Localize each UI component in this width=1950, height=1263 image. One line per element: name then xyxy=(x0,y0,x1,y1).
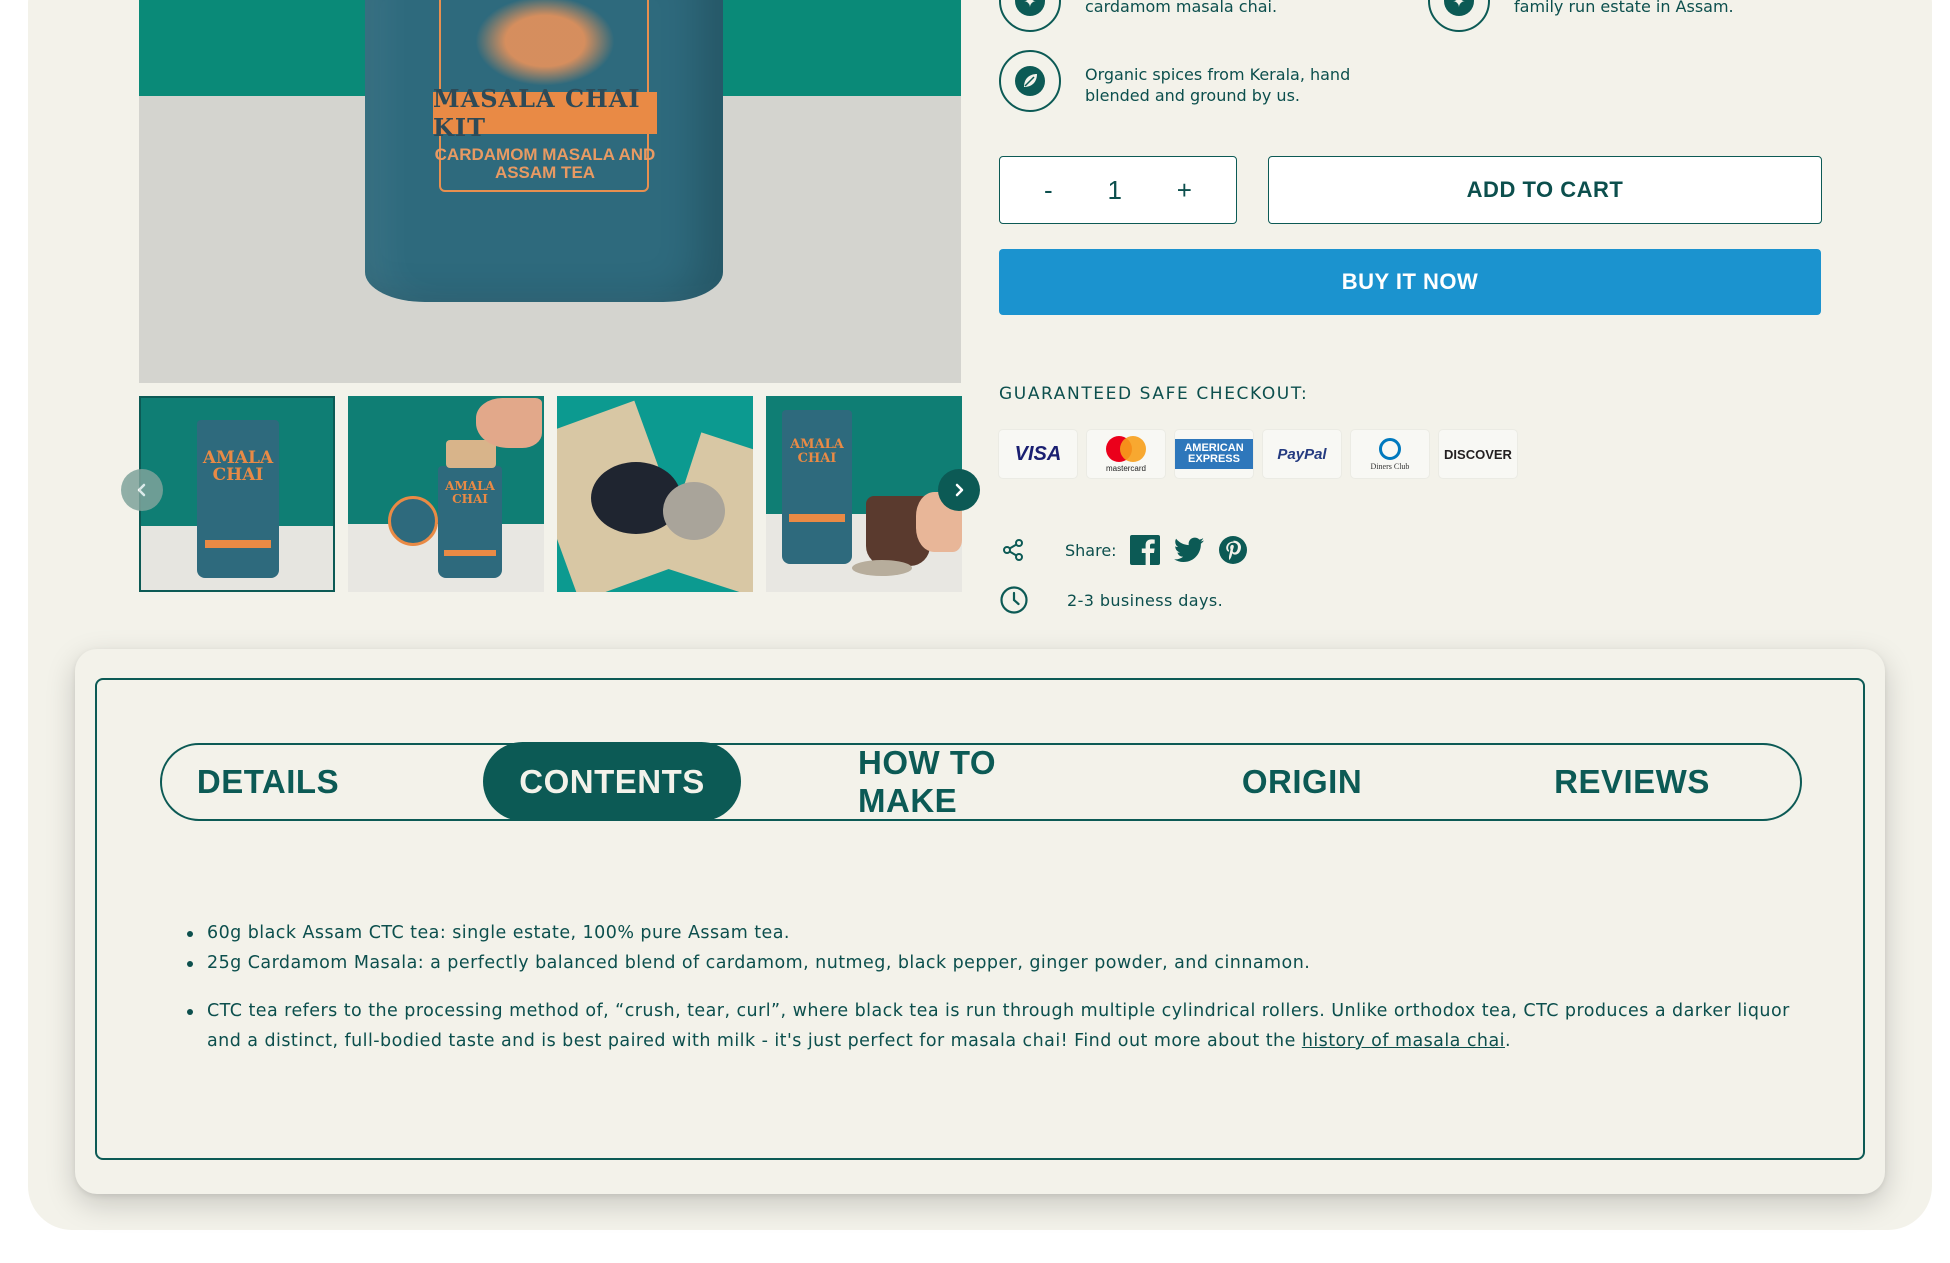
visa-icon: VISA xyxy=(999,430,1077,478)
thumbnail-label: AMALA CHAI xyxy=(202,448,274,485)
quantity-decrease-button[interactable]: - xyxy=(1044,175,1053,206)
thumbnail-3[interactable] xyxy=(557,396,753,592)
feature-estate: ✦ family run estate in Assam. xyxy=(1428,0,1734,32)
thumbnail-next-button[interactable] xyxy=(938,469,980,511)
tab-how-to-make[interactable]: HOW TO MAKE xyxy=(858,742,1098,821)
buy-it-now-button[interactable]: BUY IT NOW xyxy=(999,249,1821,315)
thumbnail-label: AMALA CHAI xyxy=(445,479,495,506)
feature-masala-text: cardamom masala chai. xyxy=(1085,0,1278,16)
chevron-left-icon xyxy=(137,483,146,497)
list-item: CTC tea refers to the processing method … xyxy=(185,996,1815,1056)
masala-badge-icon: ✦ xyxy=(999,0,1061,32)
facebook-icon[interactable] xyxy=(1129,534,1161,566)
quantity-value[interactable]: 1 xyxy=(1108,175,1122,206)
twitter-icon[interactable] xyxy=(1173,534,1205,566)
clock-icon xyxy=(1000,586,1028,614)
amex-icon: AMERICAN EXPRESS xyxy=(1175,430,1253,478)
mastercard-icon: mastercard xyxy=(1087,430,1165,478)
safe-checkout-label: GUARANTEED SAFE CHECKOUT: xyxy=(999,384,1309,404)
list-item: 60g black Assam CTC tea: single estate, … xyxy=(185,918,1815,948)
feature-organic: Organic spices from Kerala, hand blended… xyxy=(999,50,1385,112)
discover-icon: DISCOVER xyxy=(1439,430,1517,478)
thumbnail-label: AMALA CHAI xyxy=(790,437,844,466)
organic-badge-icon xyxy=(999,50,1061,112)
tab-reviews[interactable]: REVIEWS xyxy=(1542,742,1722,821)
share-label: Share: xyxy=(1065,540,1117,560)
payment-icons: VISA mastercard AMERICAN EXPRESS PayPal … xyxy=(999,430,1517,478)
chevron-right-icon xyxy=(955,483,964,497)
delivery-time-text: 2-3 business days. xyxy=(1067,590,1224,610)
add-to-cart-button[interactable]: ADD TO CART xyxy=(1268,156,1822,224)
contents-list: 60g black Assam CTC tea: single estate, … xyxy=(185,918,1815,1056)
canister-subtitle: CARDAMOM MASALA AND ASSAM TEA xyxy=(434,145,656,182)
pinterest-icon[interactable] xyxy=(1217,534,1249,566)
diners-club-icon: Diners Club xyxy=(1351,430,1429,478)
spice-illustration xyxy=(475,0,615,86)
paypal-icon: PayPal xyxy=(1263,430,1341,478)
list-item: 25g Cardamom Masala: a perfectly balance… xyxy=(185,948,1815,978)
product-info-tabs-card: DETAILS CONTENTS HOW TO MAKE ORIGIN REVI… xyxy=(75,649,1885,1194)
tabs-panel: DETAILS CONTENTS HOW TO MAKE ORIGIN REVI… xyxy=(95,678,1865,1160)
quantity-increase-button[interactable]: + xyxy=(1177,175,1192,206)
tab-bar: DETAILS CONTENTS HOW TO MAKE ORIGIN REVI… xyxy=(160,742,1802,821)
canister-title: MASALA CHAI KIT xyxy=(433,84,657,142)
feature-estate-text: family run estate in Assam. xyxy=(1514,0,1734,16)
thumbnail-2[interactable]: AMALA CHAI xyxy=(348,396,544,592)
tab-contents[interactable]: CONTENTS xyxy=(483,742,741,821)
share-row: Share: xyxy=(999,534,1249,566)
leaf-icon xyxy=(1015,66,1045,96)
tab-details[interactable]: DETAILS xyxy=(188,742,348,821)
tea-canister: MASALA CHAI KIT CARDAMOM MASALA AND ASSA… xyxy=(365,0,723,302)
main-product-image[interactable]: MASALA CHAI KIT CARDAMOM MASALA AND ASSA… xyxy=(139,0,961,383)
thumbnail-prev-button[interactable] xyxy=(121,469,163,511)
quantity-stepper[interactable]: - 1 + xyxy=(999,156,1237,224)
share-icon xyxy=(999,536,1027,564)
thumbnail-1[interactable]: AMALA CHAI xyxy=(139,396,335,592)
tab-origin[interactable]: ORIGIN xyxy=(1222,742,1382,821)
ctc-description: CTC tea refers to the processing method … xyxy=(207,1001,1790,1051)
feature-masala: ✦ cardamom masala chai. xyxy=(999,0,1277,32)
history-of-masala-chai-link[interactable]: history of masala chai xyxy=(1302,1031,1505,1051)
thumbnail-strip: AMALA CHAI AMALA CHAI AMALA CHAI xyxy=(139,396,962,592)
feature-organic-text: Organic spices from Kerala, hand blended… xyxy=(1085,65,1351,105)
delivery-row: 2-3 business days. xyxy=(999,585,1223,615)
thumbnail-4[interactable]: AMALA CHAI xyxy=(766,396,962,592)
estate-badge-icon: ✦ xyxy=(1428,0,1490,32)
